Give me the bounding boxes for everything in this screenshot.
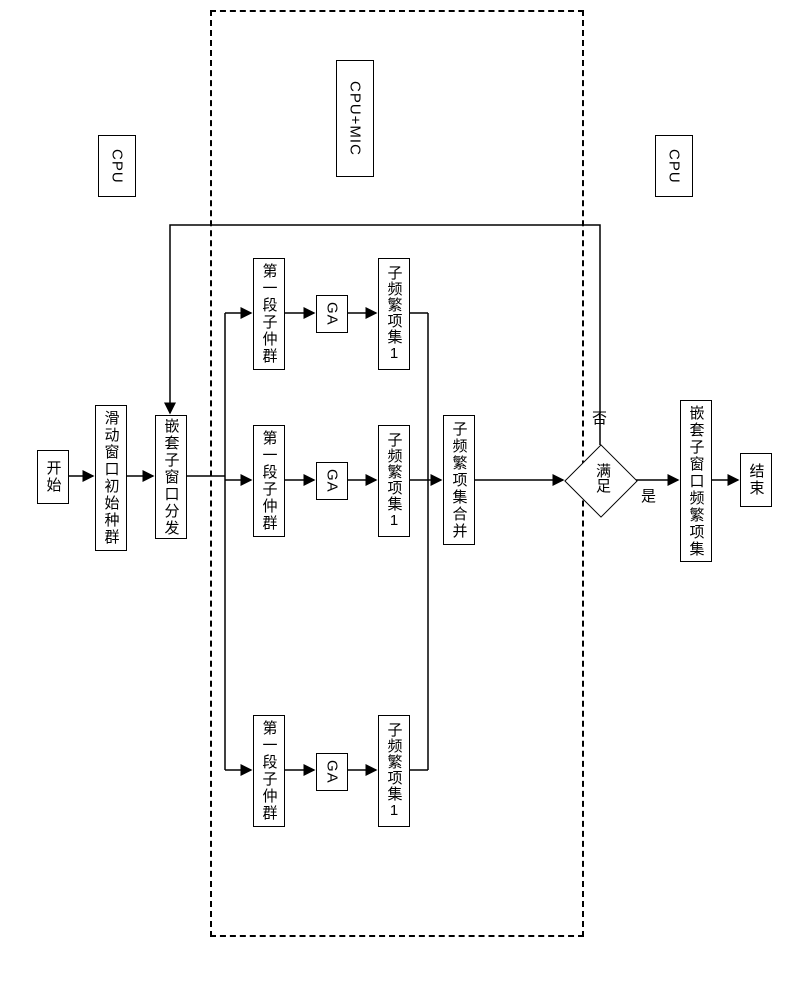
node-ga-3: GA xyxy=(316,295,348,333)
edge-label-yes: 是 xyxy=(641,485,656,506)
label-cpu-mic: CPU+MIC xyxy=(336,60,374,177)
node-nested-result-text: 嵌套子窗口频繁项集 xyxy=(686,405,707,558)
node-ga-3-text: GA xyxy=(324,302,341,326)
node-nested-result: 嵌套子窗口频繁项集 xyxy=(680,400,712,562)
node-subfreq-3: 子频繁项集1 xyxy=(378,258,410,370)
node-subpop-1-text: 第一段子仲群 xyxy=(259,720,280,822)
node-subpop-3-text: 第一段子仲群 xyxy=(259,263,280,365)
label-cpu-bottom-text: CPU xyxy=(666,149,683,184)
node-init-pop-text: 滑动窗口初始种群 xyxy=(101,410,122,546)
node-subfreq-2: 子频繁项集1 xyxy=(378,425,410,537)
node-subfreq-2-text: 子频繁项集1 xyxy=(384,432,405,530)
label-cpu-top-text: CPU xyxy=(109,149,126,184)
node-start: 开始 xyxy=(37,450,69,504)
node-subfreq-1: 子频繁项集1 xyxy=(378,715,410,827)
label-cpu-top: CPU xyxy=(98,135,136,197)
node-subpop-1: 第一段子仲群 xyxy=(253,715,285,827)
node-end: 结束 xyxy=(740,453,772,507)
node-subpop-3: 第一段子仲群 xyxy=(253,258,285,370)
node-dispatch: 嵌套子窗口分发 xyxy=(155,415,187,539)
label-cpu-mic-text: CPU+MIC xyxy=(347,81,364,156)
node-subpop-2: 第一段子仲群 xyxy=(253,425,285,537)
edge-label-no: 否 xyxy=(592,407,607,428)
node-ga-2: GA xyxy=(316,462,348,500)
node-init-pop: 滑动窗口初始种群 xyxy=(95,405,127,551)
node-dispatch-text: 嵌套子窗口分发 xyxy=(161,418,182,537)
node-merge-text: 子频繁项集合并 xyxy=(449,421,470,540)
node-decision-text: 满足 xyxy=(592,463,613,493)
node-ga-1: GA xyxy=(316,753,348,791)
node-subfreq-1-text: 子频繁项集1 xyxy=(384,722,405,820)
node-subpop-2-text: 第一段子仲群 xyxy=(259,430,280,532)
node-subfreq-3-text: 子频繁项集1 xyxy=(384,265,405,363)
node-ga-1-text: GA xyxy=(324,760,341,784)
label-cpu-bottom: CPU xyxy=(655,135,693,197)
node-merge: 子频繁项集合并 xyxy=(443,415,475,545)
node-start-text: 开始 xyxy=(43,460,64,494)
node-end-text: 结束 xyxy=(746,463,767,497)
node-ga-2-text: GA xyxy=(324,469,341,493)
